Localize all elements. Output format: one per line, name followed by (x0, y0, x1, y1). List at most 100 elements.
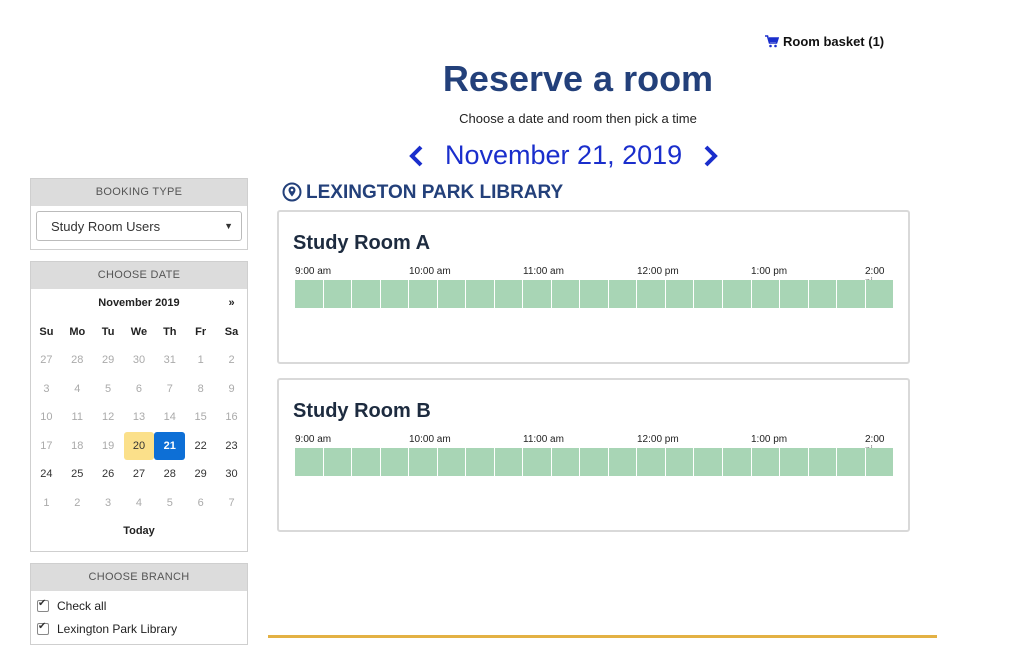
calendar-day[interactable]: 25 (62, 460, 93, 489)
time-slot-available[interactable] (722, 280, 752, 308)
calendar-day[interactable]: 30 (124, 346, 155, 375)
time-slot-available[interactable] (295, 280, 324, 308)
time-slot-available[interactable] (409, 280, 438, 308)
time-label: 12:00 pm (637, 434, 679, 445)
calendar-day[interactable]: 4 (62, 375, 93, 404)
time-slot-available[interactable] (380, 280, 410, 308)
calendar-day[interactable]: 6 (124, 375, 155, 404)
calendar-day[interactable]: 27 (31, 346, 62, 375)
time-slot-available[interactable] (694, 448, 723, 476)
time-slot-available[interactable] (580, 280, 609, 308)
calendar-day[interactable]: 2 (62, 489, 93, 518)
time-slot-available[interactable] (494, 448, 524, 476)
calendar-day[interactable]: 11 (62, 403, 93, 432)
calendar-day[interactable]: 6 (185, 489, 216, 518)
calendar-day[interactable]: 13 (124, 403, 155, 432)
time-slot-available[interactable] (637, 280, 666, 308)
time-slot-available[interactable] (694, 280, 723, 308)
calendar-day[interactable]: 18 (62, 432, 93, 461)
time-slot-available[interactable] (751, 448, 781, 476)
weekday-header: Sa (224, 325, 239, 338)
time-label: 11:00 am (523, 434, 564, 445)
time-slot-available[interactable] (608, 448, 638, 476)
time-slot-available[interactable] (323, 448, 353, 476)
calendar-day[interactable]: 7 (154, 375, 185, 404)
time-slot-available[interactable] (865, 448, 894, 476)
time-slot-available[interactable] (295, 448, 324, 476)
calendar-day[interactable]: 4 (124, 489, 155, 518)
calendar-today-button[interactable]: Today (31, 517, 247, 546)
calendar-day[interactable]: 29 (185, 460, 216, 489)
time-slot-available[interactable] (323, 280, 353, 308)
time-slot-available[interactable] (865, 280, 894, 308)
calendar-day[interactable]: 29 (93, 346, 124, 375)
time-slot-available[interactable] (551, 280, 581, 308)
calendar-day[interactable]: 10 (31, 403, 62, 432)
calendar-month-label: November 2019 (98, 297, 180, 310)
calendar-day[interactable]: 9 (216, 375, 247, 404)
calendar-day[interactable]: 24 (31, 460, 62, 489)
calendar-day-selected[interactable]: 21 (154, 431, 186, 460)
time-slot-available[interactable] (665, 448, 695, 476)
calendar-day[interactable]: 22 (185, 432, 216, 461)
calendar-day[interactable]: 26 (93, 460, 124, 489)
time-slot-available[interactable] (409, 448, 438, 476)
time-slot-available[interactable] (380, 448, 410, 476)
calendar-day[interactable]: 16 (216, 403, 247, 432)
calendar-day[interactable]: 8 (185, 375, 216, 404)
calendar-day[interactable]: 19 (93, 432, 124, 461)
time-slot-available[interactable] (608, 280, 638, 308)
time-slot-available[interactable] (466, 280, 495, 308)
time-slot-available[interactable] (437, 280, 467, 308)
room-basket-link[interactable]: Room basket (1) (765, 34, 884, 49)
calendar-day[interactable]: 14 (154, 403, 185, 432)
time-slot-available[interactable] (466, 448, 495, 476)
calendar-day[interactable]: 1 (31, 489, 62, 518)
calendar-day[interactable]: 12 (93, 403, 124, 432)
time-slot-available[interactable] (523, 280, 552, 308)
calendar-day[interactable]: 7 (216, 489, 247, 518)
calendar-day[interactable]: 27 (124, 460, 155, 489)
time-slot-available[interactable] (837, 280, 866, 308)
time-slot-available[interactable] (780, 280, 809, 308)
calendar-day[interactable]: 23 (216, 432, 247, 461)
time-slot-available[interactable] (352, 448, 381, 476)
time-slot-available[interactable] (352, 280, 381, 308)
calendar-day-today[interactable]: 20 (123, 431, 155, 460)
calendar-day[interactable]: 5 (154, 489, 185, 518)
time-slot-available[interactable] (551, 448, 581, 476)
calendar-day[interactable]: 17 (31, 432, 62, 461)
calendar-day[interactable]: 3 (93, 489, 124, 518)
booking-type-select[interactable]: Study Room Users ▼ (36, 211, 242, 241)
time-slot-available[interactable] (808, 280, 838, 308)
time-slot-available[interactable] (494, 280, 524, 308)
time-slot-available[interactable] (751, 280, 781, 308)
calendar-day[interactable]: 5 (93, 375, 124, 404)
time-slot-available[interactable] (665, 280, 695, 308)
next-day-button[interactable] (700, 141, 722, 171)
time-slot-available[interactable] (837, 448, 866, 476)
calendar-day[interactable]: 15 (185, 403, 216, 432)
time-slot-available[interactable] (580, 448, 609, 476)
time-slot-available[interactable] (808, 448, 838, 476)
checkbox-checked-icon[interactable] (37, 598, 49, 612)
time-slot-available[interactable] (523, 448, 552, 476)
time-label: 10:00 am (409, 266, 451, 277)
branch-check-all[interactable]: Check all (31, 594, 247, 617)
calendar-day[interactable]: 3 (31, 375, 62, 404)
calendar-day[interactable]: 2 (216, 346, 247, 375)
calendar-day[interactable]: 30 (216, 460, 247, 489)
checkbox-checked-icon[interactable] (37, 621, 49, 635)
calendar-day[interactable]: 1 (185, 346, 216, 375)
time-slot-available[interactable] (637, 448, 666, 476)
page-subtitle: Choose a date and room then pick a time (459, 111, 697, 126)
time-slot-available[interactable] (780, 448, 809, 476)
calendar-day[interactable]: 28 (62, 346, 93, 375)
branch-lexington-park[interactable]: Lexington Park Library (31, 617, 247, 640)
calendar-next-month-button[interactable]: » (216, 289, 247, 318)
time-slot-available[interactable] (722, 448, 752, 476)
calendar-day[interactable]: 28 (154, 460, 185, 489)
calendar-day[interactable]: 31 (154, 346, 185, 375)
previous-day-button[interactable] (405, 141, 427, 171)
time-slot-available[interactable] (437, 448, 467, 476)
